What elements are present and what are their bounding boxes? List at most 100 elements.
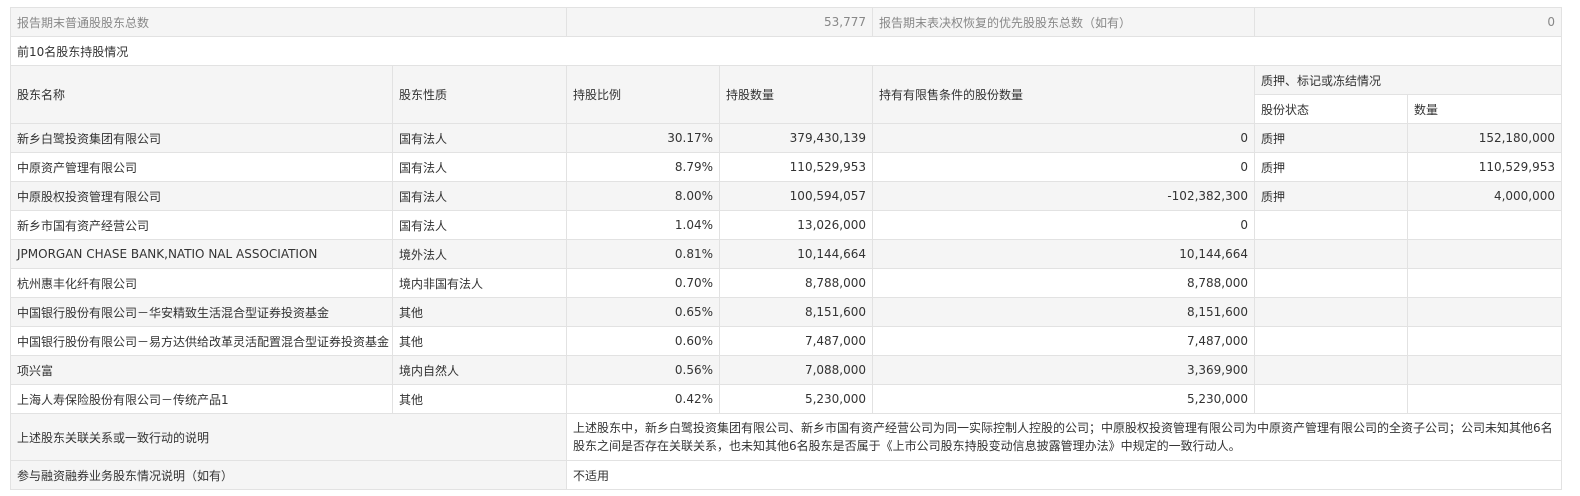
table-row: 新乡市国有资产经营公司 国有法人 1.04% 13,026,000 0 [10, 210, 1563, 240]
cell-quantity: 379,430,139 [719, 123, 874, 153]
cell-pledge-qty: 152,180,000 [1407, 123, 1563, 153]
cell-quantity: 8,151,600 [719, 297, 874, 327]
cell-name: 项兴富 [10, 355, 393, 385]
cell-name: 上海人寿保险股份有限公司－传统产品1 [10, 384, 393, 414]
section-title-row: 前10名股东持股情况 [9, 36, 1563, 66]
cell-pledge-qty [1407, 297, 1563, 327]
cell-nature: 境内非国有法人 [391, 268, 568, 298]
cell-nature: 国有法人 [391, 123, 568, 153]
table-row: 中原资产管理有限公司 国有法人 8.79% 110,529,953 0 质押 110,529… [10, 152, 1563, 182]
header-nature: 股东性质 [391, 65, 568, 124]
margin-trading-label: 参与融资融券业务股东情况说明（如有） [9, 460, 568, 490]
cell-name: 杭州惠丰化纤有限公司 [10, 268, 393, 298]
header-pledge-status: 股份状态 [1254, 94, 1409, 124]
cell-quantity: 7,088,000 [719, 355, 874, 385]
cell-pledge-qty [1407, 210, 1563, 240]
cell-quantity: 10,144,664 [719, 239, 874, 269]
table-row: 中国银行股份有限公司－易方达供给改革灵活配置混合型证券投资基金 其他 0.60% 7,… [10, 326, 1563, 356]
cell-name: 中国银行股份有限公司－易方达供给改革灵活配置混合型证券投资基金 [10, 326, 393, 356]
preferred-shareholders-value: 0 [1254, 7, 1563, 37]
cell-restricted: 7,487,000 [872, 326, 1256, 356]
relation-row: 上述股东关联关系或一致行动的说明 上述股东中，新乡白鹭投资集团有限公司、新乡市国… [9, 413, 1563, 461]
cell-restricted: 3,369,900 [872, 355, 1256, 385]
cell-nature: 其他 [391, 384, 568, 414]
cell-restricted: 0 [872, 123, 1256, 153]
cell-restricted: 8,151,600 [872, 297, 1256, 327]
cell-pledge-status: 质押 [1254, 123, 1409, 153]
cell-restricted: 5,230,000 [872, 384, 1256, 414]
header-row: 股东名称 股东性质 持股比例 持股数量 持有有限售条件的股份数量 质押、标记或冻… [10, 65, 1563, 124]
header-pledge-qty: 数量 [1407, 94, 1563, 124]
cell-pledge-status [1254, 355, 1409, 385]
summary-row: 报告期末普通股股东总数 53,777 报告期末表决权恢复的优先股股东总数（如有）… [9, 7, 1563, 37]
cell-pledge-qty [1407, 384, 1563, 414]
cell-ratio: 8.00% [566, 181, 721, 211]
cell-quantity: 7,487,000 [719, 326, 874, 356]
cell-pledge-qty [1407, 239, 1563, 269]
cell-quantity: 100,594,057 [719, 181, 874, 211]
preferred-shareholders-label: 报告期末表决权恢复的优先股股东总数（如有） [872, 7, 1256, 37]
relation-text: 上述股东中，新乡白鹭投资集团有限公司、新乡市国有资产经营公司为同一实际控制人控股… [566, 413, 1563, 461]
table-row: 项兴富 境内自然人 0.56% 7,088,000 3,369,900 [10, 355, 1563, 385]
header-restricted: 持有有限售条件的股份数量 [872, 65, 1256, 124]
cell-pledge-status [1254, 384, 1409, 414]
shareholder-rows: 新乡白鹭投资集团有限公司 国有法人 30.17% 379,430,139 0 质押 152,… [10, 123, 1563, 414]
cell-nature: 境外法人 [391, 239, 568, 269]
cell-name: JPMORGAN CHASE BANK,NATIO NAL ASSOCIATIO… [10, 239, 393, 269]
margin-trading-text: 不适用 [566, 460, 1563, 490]
cell-name: 新乡市国有资产经营公司 [10, 210, 393, 240]
cell-ratio: 0.56% [566, 355, 721, 385]
cell-quantity: 5,230,000 [719, 384, 874, 414]
table-row: 杭州惠丰化纤有限公司 境内非国有法人 0.70% 8,788,000 8,788,000 [10, 268, 1563, 298]
shareholder-table: 报告期末普通股股东总数 53,777 报告期末表决权恢复的优先股股东总数（如有）… [9, 7, 1563, 490]
cell-pledge-qty [1407, 268, 1563, 298]
section-title: 前10名股东持股情况 [9, 36, 1563, 66]
margin-trading-row: 参与融资融券业务股东情况说明（如有） 不适用 [9, 460, 1563, 490]
common-shareholders-value: 53,777 [566, 7, 874, 37]
cell-ratio: 0.81% [566, 239, 721, 269]
cell-pledge-status [1254, 210, 1409, 240]
cell-pledge-status [1254, 297, 1409, 327]
cell-name: 中原资产管理有限公司 [10, 152, 393, 182]
cell-pledge-qty [1407, 326, 1563, 356]
cell-pledge-status [1254, 268, 1409, 298]
table-row: JPMORGAN CHASE BANK,NATIO NAL ASSOCIATIO… [10, 239, 1563, 269]
cell-restricted: -102,382,300 [872, 181, 1256, 211]
header-quantity: 持股数量 [719, 65, 874, 124]
cell-name: 新乡白鹭投资集团有限公司 [10, 123, 393, 153]
cell-restricted: 0 [872, 152, 1256, 182]
cell-nature: 境内自然人 [391, 355, 568, 385]
cell-quantity: 110,529,953 [719, 152, 874, 182]
cell-name: 中国银行股份有限公司－华安精致生活混合型证券投资基金 [10, 297, 393, 327]
table-row: 新乡白鹭投资集团有限公司 国有法人 30.17% 379,430,139 0 质押 152,… [10, 123, 1563, 153]
cell-ratio: 8.79% [566, 152, 721, 182]
table-row: 中原股权投资管理有限公司 国有法人 8.00% 100,594,057 -102,382… [10, 181, 1563, 211]
cell-ratio: 1.04% [566, 210, 721, 240]
cell-nature: 其他 [391, 326, 568, 356]
cell-restricted: 10,144,664 [872, 239, 1256, 269]
cell-restricted: 8,788,000 [872, 268, 1256, 298]
cell-quantity: 8,788,000 [719, 268, 874, 298]
cell-ratio: 0.42% [566, 384, 721, 414]
cell-nature: 国有法人 [391, 210, 568, 240]
cell-ratio: 30.17% [566, 123, 721, 153]
cell-ratio: 0.70% [566, 268, 721, 298]
cell-pledge-qty: 4,000,000 [1407, 181, 1563, 211]
cell-restricted: 0 [872, 210, 1256, 240]
cell-name: 中原股权投资管理有限公司 [10, 181, 393, 211]
common-shareholders-label: 报告期末普通股股东总数 [9, 7, 568, 37]
cell-nature: 其他 [391, 297, 568, 327]
relation-label: 上述股东关联关系或一致行动的说明 [9, 413, 568, 461]
header-pledge-group: 质押、标记或冻结情况 [1254, 65, 1563, 95]
cell-nature: 国有法人 [391, 152, 568, 182]
table-row: 上海人寿保险股份有限公司－传统产品1 其他 0.42% 5,230,000 5,230,… [10, 384, 1563, 414]
cell-pledge-qty: 110,529,953 [1407, 152, 1563, 182]
cell-pledge-status: 质押 [1254, 181, 1409, 211]
cell-nature: 国有法人 [391, 181, 568, 211]
cell-pledge-status: 质押 [1254, 152, 1409, 182]
header-name: 股东名称 [10, 65, 393, 124]
cell-ratio: 0.60% [566, 326, 721, 356]
table-row: 中国银行股份有限公司－华安精致生活混合型证券投资基金 其他 0.65% 8,151,6… [10, 297, 1563, 327]
cell-pledge-status [1254, 239, 1409, 269]
cell-pledge-status [1254, 326, 1409, 356]
